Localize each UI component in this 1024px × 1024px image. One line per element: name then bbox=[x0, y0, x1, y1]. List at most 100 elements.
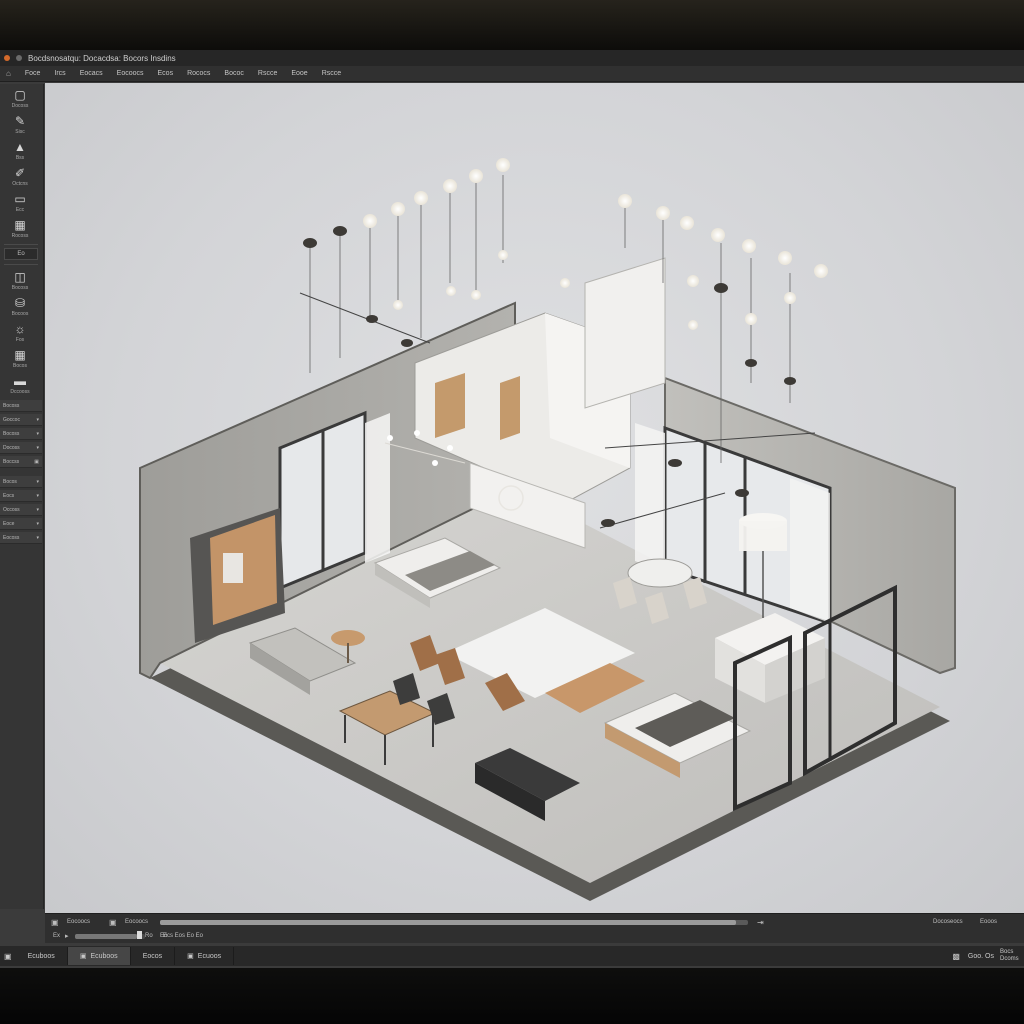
curtain bbox=[790, 478, 830, 623]
monitor-bezel-bottom bbox=[0, 968, 1024, 1024]
playback-slider[interactable] bbox=[75, 934, 145, 939]
status-tab[interactable]: Eocos bbox=[131, 947, 176, 965]
menu-bar: ⌂ Foce Ircs Eocacs Eocoocs Ecos Rococs B… bbox=[0, 66, 1024, 82]
window-minimize-icon[interactable] bbox=[16, 55, 22, 61]
property-row[interactable]: Occoss ▾ bbox=[0, 504, 42, 516]
toolbar-chip[interactable]: Eo bbox=[4, 248, 38, 260]
wood-door bbox=[435, 373, 465, 438]
tool-pencil[interactable]: ✎ Sisc bbox=[4, 114, 36, 136]
status-bar: ▣ Ecuboos ▣ Ecuboos Eocos ▣ Ecuoos ▩ Goo. … bbox=[0, 946, 1024, 966]
select-icon: ▢ bbox=[14, 88, 26, 102]
menu-item[interactable]: Bococ bbox=[224, 70, 243, 77]
property-label: Goccoc bbox=[3, 416, 20, 423]
home-icon: ▲ bbox=[14, 140, 26, 154]
title-bar: Bocdsnosatqu: Docacdsa: Bocors Insdins bbox=[0, 50, 1024, 66]
property-label: Occoss bbox=[3, 506, 20, 513]
tool-label: Docoss bbox=[11, 103, 29, 109]
timeline-icon[interactable]: ▣ bbox=[51, 918, 59, 927]
light-icon: ☼ bbox=[14, 322, 26, 336]
isometric-floor-plan-render bbox=[139, 158, 956, 901]
dining-table bbox=[627, 558, 693, 588]
tool-home[interactable]: ▲ Bss bbox=[4, 140, 36, 162]
playback-slider-fill bbox=[75, 934, 137, 939]
property-label: Docoss bbox=[3, 444, 20, 451]
menu-item[interactable]: Ircs bbox=[54, 70, 65, 77]
floor-lamp-body bbox=[739, 521, 787, 551]
menu-item[interactable]: Rscce bbox=[258, 70, 277, 77]
3d-viewport[interactable] bbox=[45, 83, 1024, 913]
wood-door bbox=[500, 376, 520, 440]
monitor-bezel-top bbox=[0, 0, 1024, 50]
floating-panel bbox=[584, 257, 666, 409]
tool-brush[interactable]: ✐ Octcns bbox=[4, 166, 36, 188]
property-row[interactable]: Bocoss bbox=[0, 400, 42, 412]
property-row[interactable]: Docoss ▾ bbox=[0, 442, 42, 454]
timeline-row2-nums: Ecs Eos Eo Eo bbox=[163, 933, 204, 939]
menu-item[interactable]: Ecos bbox=[158, 70, 174, 77]
slider-handle[interactable] bbox=[137, 931, 142, 939]
tool-label: Fos bbox=[15, 337, 25, 343]
timeline-row2-a: Ro bbox=[145, 933, 153, 939]
tool-label: Dccooss bbox=[10, 389, 30, 395]
tool-label: Rocoss bbox=[11, 233, 29, 239]
timeline-icon[interactable]: ▣ bbox=[109, 918, 117, 927]
menu-item[interactable]: Eocacs bbox=[80, 70, 103, 77]
tool-paint[interactable]: ⛁ Bocoos bbox=[4, 296, 36, 318]
property-row[interactable]: Eoce ▾ bbox=[0, 518, 42, 530]
camera-icon[interactable]: ▩ bbox=[952, 952, 968, 961]
property-row[interactable]: Goccoc ▾ bbox=[0, 414, 42, 426]
status-icon[interactable]: ▣ bbox=[0, 952, 16, 961]
tool-grid[interactable]: ▦ Rocoss bbox=[4, 218, 36, 240]
tool-label: Octcns bbox=[12, 181, 28, 187]
timeline-mid-label: Eocoocs bbox=[125, 919, 149, 925]
shelf bbox=[223, 553, 243, 583]
status-tab[interactable]: Ecuboos bbox=[16, 947, 68, 965]
timeline-panel: ▣ Eocoocs ▣ Eocoocs ⇥ Docoseocs Eooos Ex… bbox=[45, 913, 1024, 943]
keyframe-end-icon[interactable]: ⇥ bbox=[757, 918, 764, 927]
chevron-down-icon: ▾ bbox=[36, 478, 39, 485]
property-label: Boccss bbox=[3, 458, 20, 465]
menu-item[interactable]: Foce bbox=[25, 70, 41, 77]
playhead-icon[interactable]: ▸ bbox=[65, 932, 69, 940]
tool-light[interactable]: ☼ Fos bbox=[4, 322, 36, 344]
menu-item[interactable]: Eocoocs bbox=[117, 70, 144, 77]
tool-monitor[interactable]: ▭ Ecc bbox=[4, 192, 36, 214]
tool-select[interactable]: ▢ Docoss bbox=[4, 88, 36, 110]
toolbar-divider bbox=[4, 244, 38, 245]
property-row[interactable]: Eocs ▾ bbox=[0, 490, 42, 502]
property-row[interactable]: Eocoss ▾ bbox=[0, 532, 42, 544]
property-row[interactable]: Bocoss ▾ bbox=[0, 428, 42, 440]
property-row[interactable]: Boccss ▣ bbox=[0, 456, 42, 468]
sofa-icon: ▬ bbox=[14, 374, 26, 388]
timeline-progress bbox=[160, 920, 737, 925]
tool-label: Bss bbox=[15, 155, 25, 161]
tool-label: Bocos bbox=[13, 363, 27, 369]
tool-label: Ecc bbox=[15, 207, 25, 213]
property-label: Bocos bbox=[3, 478, 17, 485]
timeline-right-label: Docoseocs bbox=[933, 919, 963, 925]
tool-layers[interactable]: ◫ Bocoss bbox=[4, 270, 36, 292]
chevron-down-icon: ▾ bbox=[36, 430, 39, 437]
menu-item[interactable]: Eooe bbox=[291, 70, 307, 77]
tool-table[interactable]: ▦ Bocos bbox=[4, 348, 36, 370]
timeline-scrubber[interactable] bbox=[160, 920, 748, 925]
chevron-down-icon: ▾ bbox=[36, 506, 39, 513]
toolbar-divider bbox=[4, 264, 38, 265]
home-icon[interactable]: ⌂ bbox=[6, 69, 11, 78]
menu-item[interactable]: Rococs bbox=[187, 70, 210, 77]
tool-sofa[interactable]: ▬ Dccooss bbox=[4, 374, 36, 396]
table-icon: ▦ bbox=[14, 348, 26, 362]
monitor-icon: ▭ bbox=[14, 192, 26, 206]
chevron-down-icon: ▾ bbox=[36, 520, 39, 527]
window-title: Bocdsnosatqu: Docacdsa: Bocors Insdins bbox=[28, 53, 176, 63]
property-label: Eocs bbox=[3, 492, 15, 499]
tab-icon: ▣ bbox=[187, 953, 194, 960]
window-close-icon[interactable] bbox=[4, 55, 10, 61]
status-tab-active[interactable]: ▣ Ecuboos bbox=[67, 947, 131, 965]
tool-label: Sisc bbox=[15, 129, 25, 135]
tab-icon: ▣ bbox=[79, 953, 87, 960]
pencil-icon: ✎ bbox=[14, 114, 26, 128]
menu-item[interactable]: Rscce bbox=[322, 70, 341, 77]
status-tab[interactable]: ▣ Ecuoos bbox=[175, 947, 235, 965]
property-row[interactable]: Bocos ▾ bbox=[0, 476, 42, 488]
